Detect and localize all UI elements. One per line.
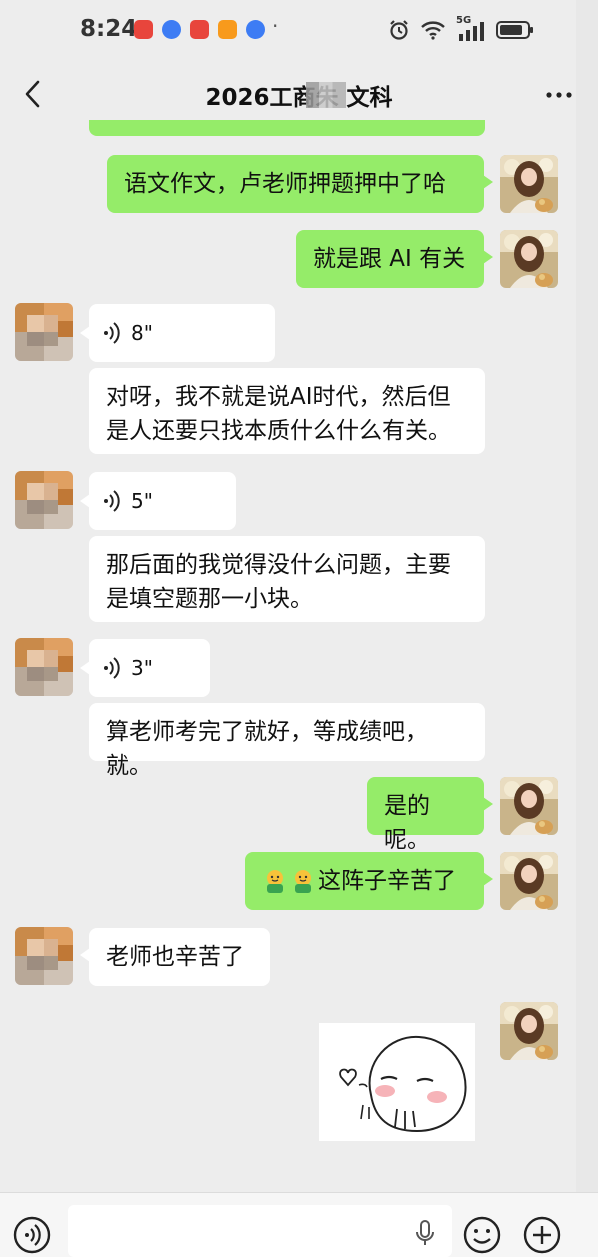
voice-duration: 8" — [131, 321, 153, 345]
voice-duration: 3" — [131, 656, 153, 680]
contact-avatar[interactable] — [15, 303, 73, 361]
message-text: 那后面的我觉得没什么问题，主要 — [106, 552, 451, 578]
message-bubble-received[interactable]: 算老师考完了就好，等成绩吧，就。 — [89, 703, 485, 779]
contact-avatar[interactable] — [15, 927, 73, 985]
message-bubble-partial — [89, 120, 485, 136]
status-time: 8:24 — [80, 16, 138, 42]
my-avatar[interactable] — [500, 230, 558, 288]
hug-emoji-icon — [267, 870, 283, 893]
plus-icon[interactable] — [522, 1215, 562, 1255]
app-notification-icon — [190, 20, 209, 39]
redaction-mosaic — [306, 82, 346, 108]
voice-wave-icon — [104, 322, 120, 344]
app-notification-icon — [162, 20, 181, 39]
alarm-icon — [390, 20, 408, 40]
my-avatar[interactable] — [500, 852, 558, 910]
voice-message[interactable]: 8" — [80, 304, 275, 362]
sticker-cartoon-icon — [339, 1035, 467, 1133]
more-dots-icon[interactable] — [544, 80, 574, 110]
hug-emoji-icon — [295, 870, 311, 893]
chat-header: 2026工商朱 文科 — [0, 60, 598, 126]
contact-avatar[interactable] — [15, 471, 73, 529]
message-bubble-received[interactable]: 对呀，我不就是说AI时代，然后但 是人还要只找本质什么什么有关。 — [89, 368, 485, 454]
message-bubble-sent[interactable]: 是的呢。 — [367, 777, 493, 853]
message-text: 这阵子辛苦了 — [318, 868, 456, 894]
more-notifications-icon: · — [272, 14, 279, 38]
app-notification-icon — [134, 20, 153, 39]
message-input[interactable] — [68, 1205, 452, 1257]
message-text: 就是跟 AI 有关 — [313, 246, 466, 272]
status-bar: 8:24 · 5G — [0, 0, 598, 60]
voice-wave-icon — [104, 490, 120, 512]
app-notification-icon — [218, 20, 237, 39]
message-bubble-sent[interactable]: 这阵子辛苦了 — [245, 852, 493, 910]
message-text: 是人还要只找本质什么什么有关。 — [106, 418, 451, 444]
message-text: 老师也辛苦了 — [106, 944, 244, 970]
message-text: 是的呢。 — [384, 793, 430, 853]
contact-avatar[interactable] — [15, 638, 73, 696]
message-text: 是填空题那一小块。 — [106, 586, 313, 612]
my-avatar[interactable] — [500, 155, 558, 213]
message-text: 对呀，我不就是说AI时代，然后但 — [106, 384, 451, 410]
message-bubble-sent[interactable]: 就是跟 AI 有关 — [296, 230, 493, 288]
voice-message[interactable]: 3" — [80, 639, 210, 697]
message-bubble-received[interactable]: 那后面的我觉得没什么问题，主要 是填空题那一小块。 — [89, 536, 485, 622]
sticker-message[interactable] — [319, 1023, 475, 1141]
battery-icon — [496, 21, 533, 39]
chat-title: 2026工商朱 文科 — [205, 85, 393, 111]
wifi-icon — [421, 21, 445, 40]
mic-icon[interactable] — [414, 1219, 436, 1247]
voice-duration: 5" — [131, 489, 153, 513]
message-bubble-received[interactable]: 老师也辛苦了 — [80, 928, 270, 986]
scroll-edge — [576, 0, 598, 1192]
input-bar — [0, 1192, 598, 1257]
emoji-icon[interactable] — [462, 1215, 502, 1255]
my-avatar[interactable] — [500, 1002, 558, 1060]
voice-wave-icon — [104, 657, 120, 679]
app-notification-icon — [246, 20, 265, 39]
my-avatar[interactable] — [500, 777, 558, 835]
message-text: 语文作文，卢老师押题押中了哈 — [124, 171, 446, 197]
signal-5g-icon: 5G — [456, 15, 486, 43]
message-text: 算老师考完了就好，等成绩吧，就。 — [106, 719, 428, 779]
voice-message[interactable]: 5" — [80, 472, 236, 530]
voice-input-icon[interactable] — [12, 1215, 52, 1255]
message-bubble-sent[interactable]: 语文作文，卢老师押题押中了哈 — [107, 155, 493, 213]
